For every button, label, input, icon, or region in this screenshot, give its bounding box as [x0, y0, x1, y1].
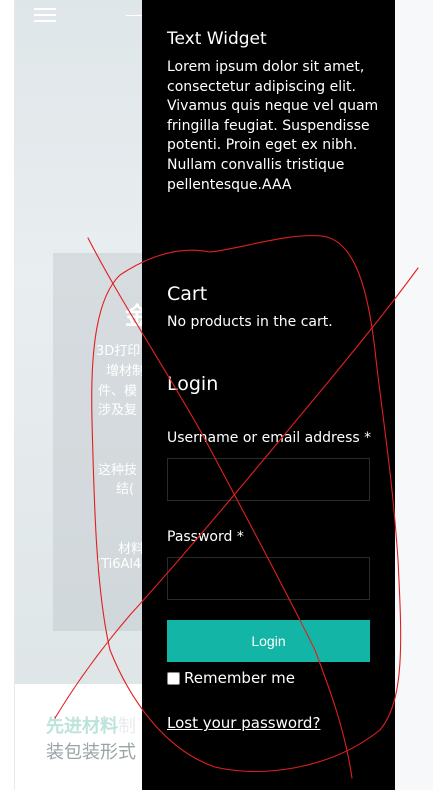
lost-password-link[interactable]: Lost your password?	[167, 714, 320, 732]
hero-card-line: 结(	[116, 482, 135, 497]
text-widget-title: Text Widget	[167, 29, 267, 49]
login-button[interactable]: Login	[167, 620, 370, 662]
section-subtitle: 装包装形式	[46, 742, 136, 763]
header-divider	[126, 15, 142, 16]
left-edge-strip	[0, 0, 15, 790]
right-edge-strip	[395, 0, 433, 790]
checkbox-unchecked-icon[interactable]	[167, 671, 180, 685]
cart-empty-message: No products in the cart.	[167, 314, 333, 330]
password-field[interactable]	[167, 557, 370, 600]
section-title: 先进材料制	[46, 712, 136, 738]
hero-card-line: 这种技	[98, 463, 138, 478]
hamburger-menu-icon[interactable]	[34, 8, 56, 22]
hero-card-line: 3D打印	[96, 344, 141, 359]
hero-card-line: (Ti6Al4	[96, 557, 142, 572]
hero-card-line: 增材制	[106, 364, 146, 379]
hero-card-line: 材料	[118, 542, 145, 557]
section-title-accent: 先进材料	[46, 716, 118, 737]
username-label: Username or email address *	[167, 430, 372, 446]
remember-me[interactable]: Remember me	[167, 669, 295, 687]
hero-card-line: 件、模	[98, 384, 138, 399]
text-widget-body: Lorem ipsum dolor sit amet, consectetur …	[167, 59, 379, 193]
section-title-rest: 制	[118, 716, 136, 737]
offcanvas-sidebar: Text Widget Lorem ipsum dolor sit amet, …	[142, 0, 395, 790]
cart-title: Cart	[167, 283, 208, 305]
username-field[interactable]	[167, 458, 370, 501]
remember-me-label: Remember me	[184, 669, 295, 687]
hero-card-line: 涉及复	[98, 403, 138, 418]
password-label: Password *	[167, 529, 244, 545]
login-title: Login	[167, 373, 219, 395]
